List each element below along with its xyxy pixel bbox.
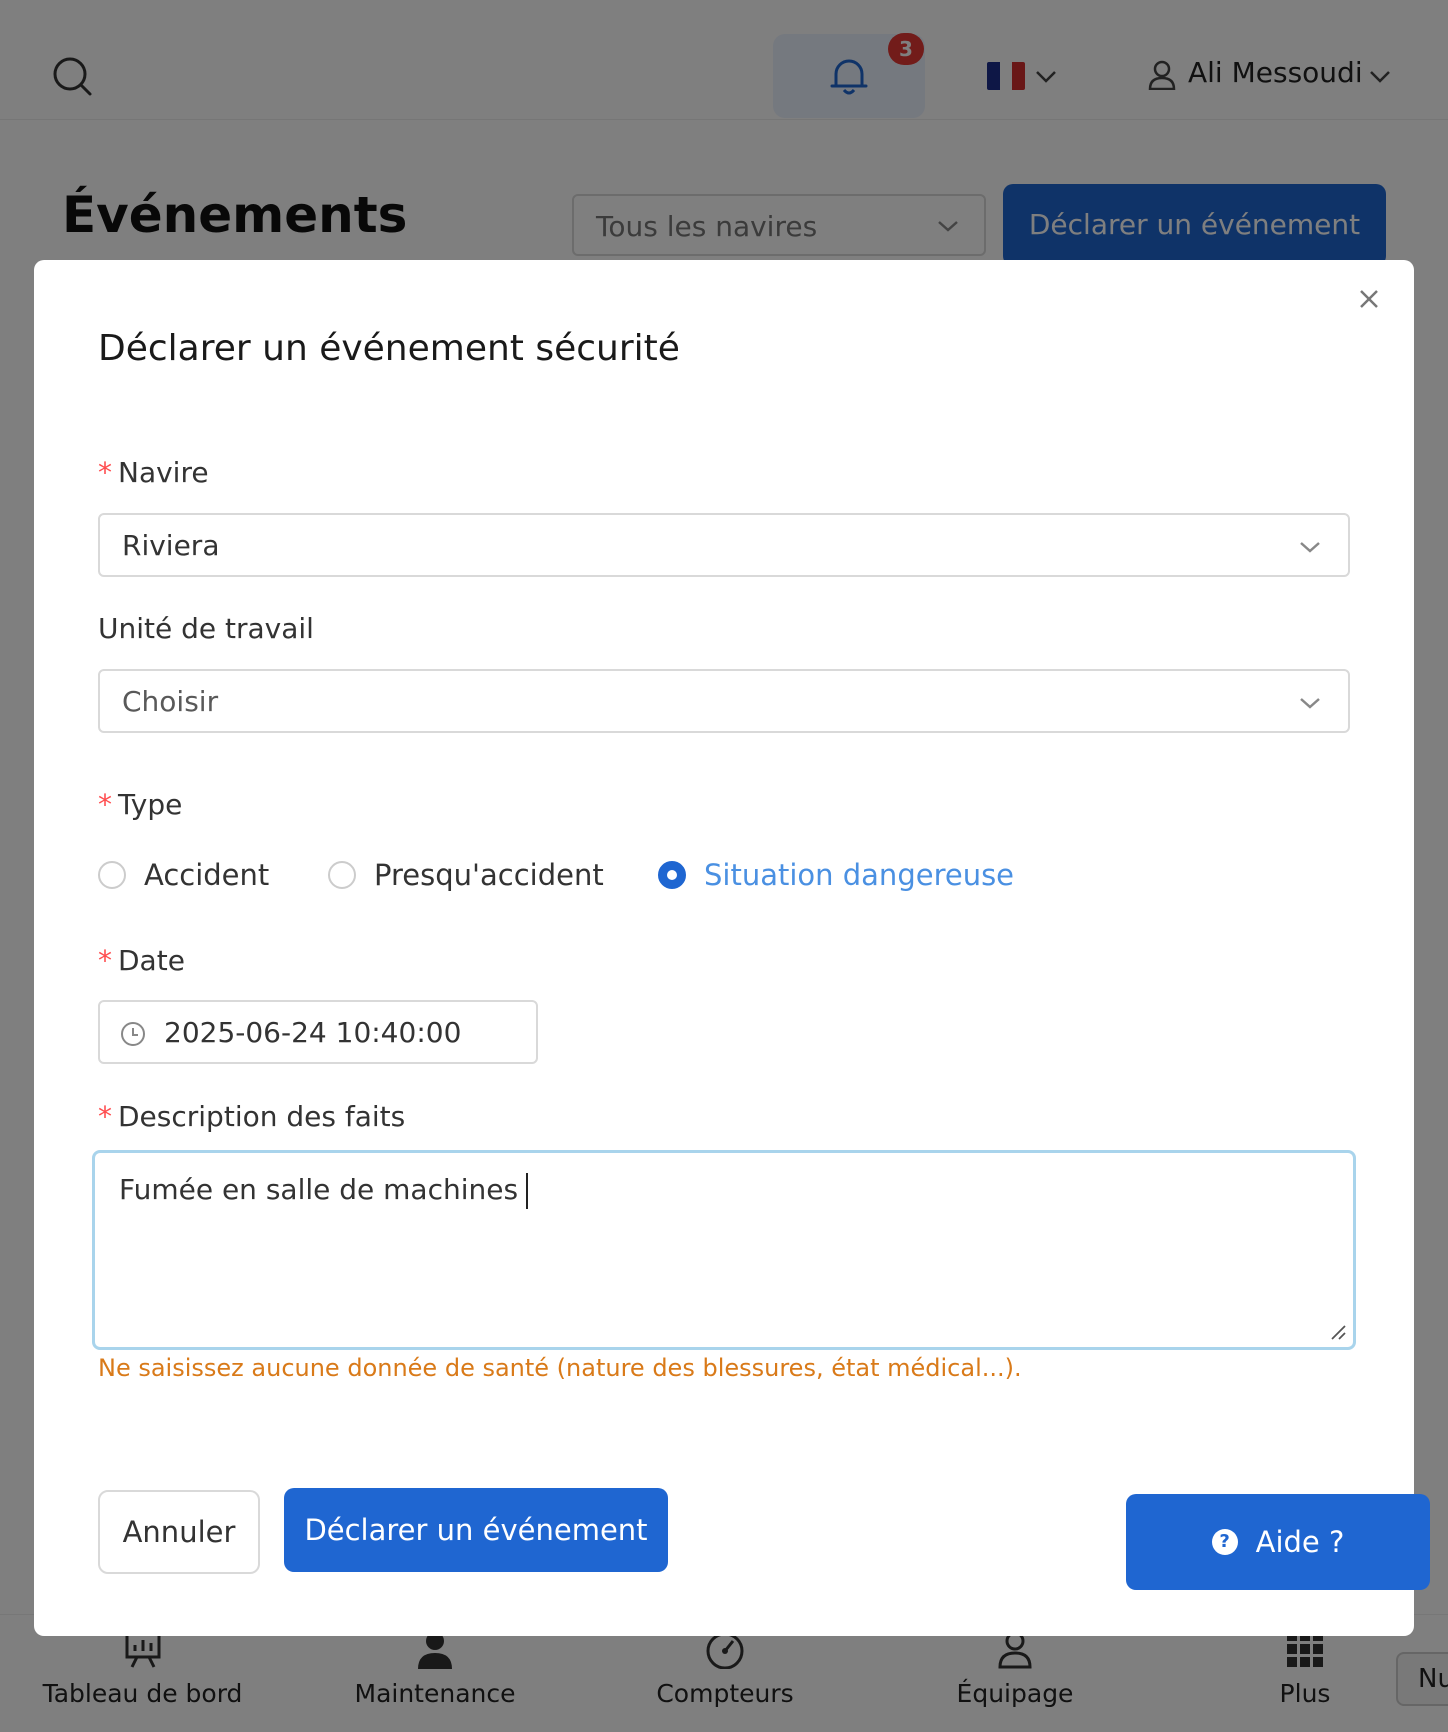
vessel-select-value: Riviera (122, 529, 220, 562)
date-value: 2025-06-24 10:40:00 (164, 1016, 462, 1049)
date-label: * Date (98, 944, 185, 977)
description-textarea[interactable]: Fumée en salle de machines (92, 1150, 1356, 1350)
declare-event-modal: Déclarer un événement sécurité * Navire R… (34, 260, 1414, 1636)
health-data-warning: Ne saisissez aucune donnée de santé (nat… (98, 1354, 1022, 1382)
submit-event-button[interactable]: Déclarer un événement (284, 1488, 668, 1572)
type-radio-group: Accident Presqu'accident Situation dange… (98, 858, 1098, 898)
radio-dangerous-situation[interactable]: Situation dangereuse (658, 858, 1014, 892)
radio-circle[interactable] (98, 861, 126, 889)
work-unit-select[interactable]: Choisir (98, 669, 1350, 733)
required-mark: * (98, 1100, 112, 1133)
vessel-select[interactable]: Riviera (98, 513, 1350, 577)
cancel-button[interactable]: Annuler (98, 1490, 260, 1574)
description-label: * Description des faits (98, 1100, 406, 1133)
required-mark: * (98, 456, 112, 489)
radio-circle[interactable] (328, 861, 356, 889)
resize-handle-icon[interactable] (1329, 1323, 1347, 1341)
radio-accident[interactable]: Accident (98, 858, 269, 892)
description-value: Fumée en salle de machines (119, 1173, 529, 1209)
radio-label: Situation dangereuse (704, 858, 1015, 892)
chevron-down-icon (1300, 698, 1320, 709)
date-picker-input[interactable]: 2025-06-24 10:40:00 (98, 1000, 538, 1064)
vessel-label: * Navire (98, 456, 209, 489)
question-icon: ? (1211, 1529, 1238, 1555)
work-unit-placeholder: Choisir (122, 685, 219, 718)
radio-label: Accident (144, 858, 270, 892)
radio-circle[interactable] (658, 861, 686, 889)
modal-title: Déclarer un événement sécurité (98, 328, 680, 369)
required-mark: * (98, 788, 112, 821)
text-caret (526, 1173, 529, 1209)
work-unit-label: Unité de travail (98, 612, 314, 645)
clock-icon (121, 1022, 145, 1046)
type-label: * Type (98, 788, 183, 821)
chevron-down-icon (1300, 542, 1320, 553)
help-button[interactable]: ? Aide ? (1126, 1494, 1430, 1590)
required-mark: * (98, 944, 112, 977)
help-label: Aide ? (1255, 1525, 1345, 1559)
radio-label: Presqu'accident (374, 858, 604, 892)
radio-near-miss[interactable]: Presqu'accident (328, 858, 604, 892)
close-icon[interactable] (1352, 282, 1386, 316)
